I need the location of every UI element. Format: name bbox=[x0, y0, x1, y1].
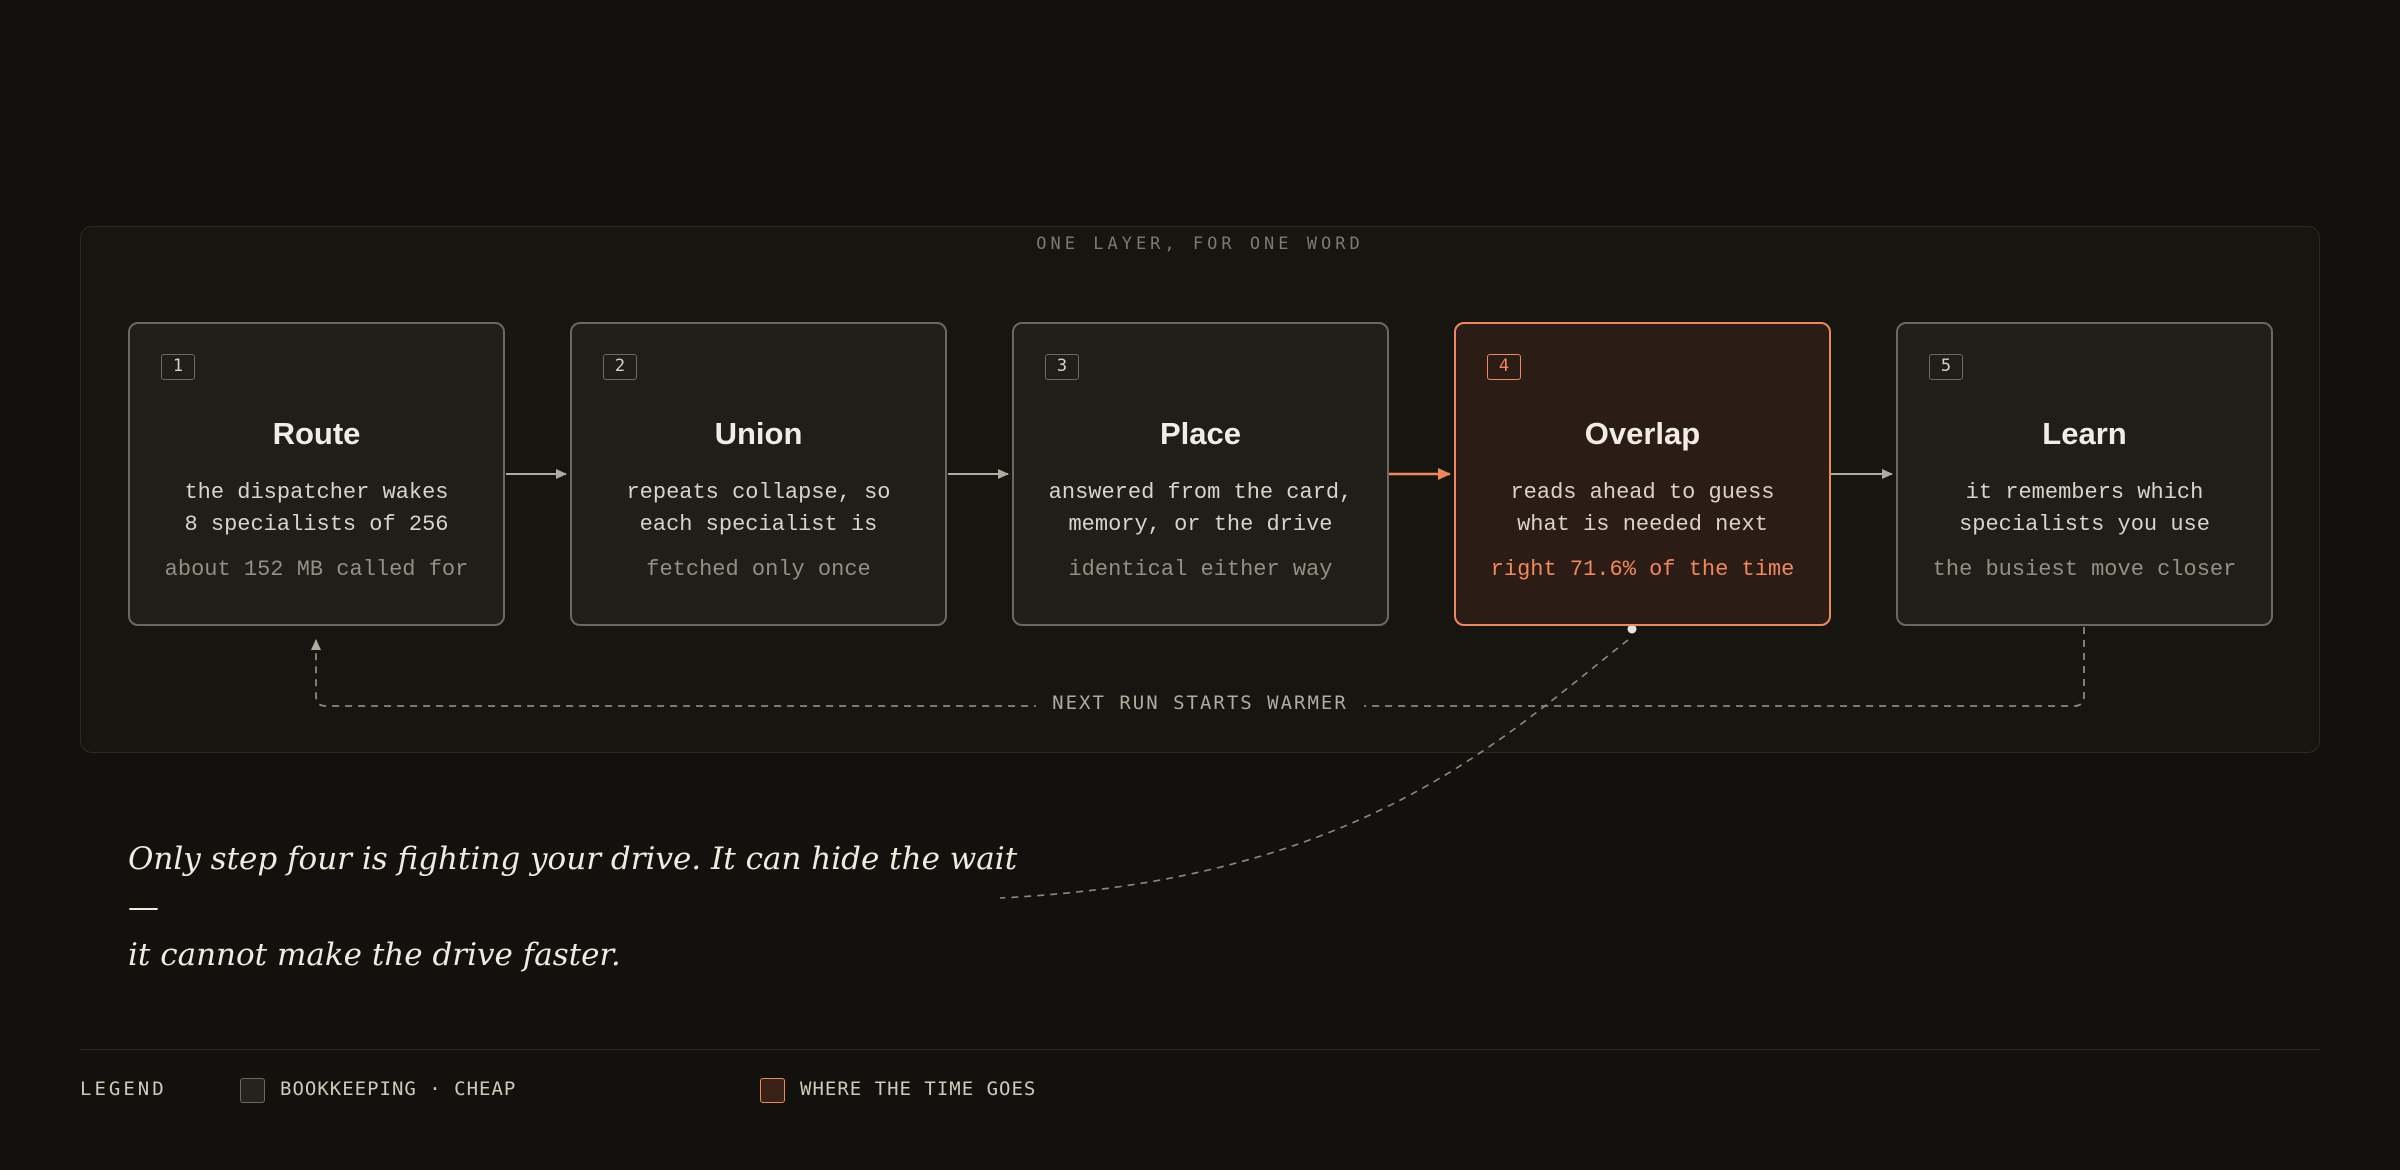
legend-title: LEGEND bbox=[80, 1078, 167, 1100]
step-number-badge: 4 bbox=[1487, 354, 1521, 380]
square-swatch-accent-icon bbox=[760, 1078, 785, 1103]
step-description: it remembers which specialists you use bbox=[1908, 477, 2261, 541]
step-description-line: memory, or the drive bbox=[1068, 512, 1333, 537]
step-title: Place bbox=[1159, 416, 1241, 451]
step-title: Learn bbox=[2042, 416, 2127, 451]
step-number-badge: 2 bbox=[603, 354, 637, 380]
step-note: the busiest move closer bbox=[1932, 557, 2237, 582]
step-note: fetched only once bbox=[646, 557, 871, 582]
caption-line: Only step four is fighting your drive. I… bbox=[128, 841, 1018, 925]
step-number-badge: 3 bbox=[1045, 354, 1079, 380]
step-description-line: 8 specialists of 256 bbox=[184, 512, 449, 537]
step-description: the dispatcher wakes 8 specialists of 25… bbox=[140, 477, 493, 541]
step-description-line: what is needed next bbox=[1517, 512, 1768, 537]
annotation-curve bbox=[999, 639, 1629, 899]
step-description: repeats collapse, so each specialist is bbox=[582, 477, 935, 541]
step-title: Union bbox=[714, 416, 803, 451]
step-note: identical either way bbox=[1068, 557, 1333, 582]
step-description-line: answered from the card, bbox=[1048, 480, 1353, 505]
step-note: about 152 MB called for bbox=[164, 557, 469, 582]
legend-divider bbox=[80, 1049, 2320, 1050]
square-swatch-neutral-icon bbox=[240, 1078, 265, 1103]
step-card-overlap: 4 Overlap reads ahead to guess what is n… bbox=[1454, 322, 1831, 626]
step-card-route: 1 Route the dispatcher wakes 8 specialis… bbox=[128, 322, 505, 626]
feedback-loop-label: NEXT RUN STARTS WARMER bbox=[1036, 692, 1364, 714]
step-card-union: 2 Union repeats collapse, so each specia… bbox=[570, 322, 947, 626]
step-description-line: the dispatcher wakes bbox=[184, 480, 449, 505]
step-description-line: reads ahead to guess bbox=[1510, 480, 1775, 505]
step-number-badge: 5 bbox=[1929, 354, 1963, 380]
caption-line: it cannot make the drive faster. bbox=[128, 937, 621, 973]
step-description-line: repeats collapse, so bbox=[626, 480, 891, 505]
step-description: reads ahead to guess what is needed next bbox=[1466, 477, 1819, 541]
step-note: right 71.6% of the time bbox=[1490, 557, 1795, 582]
step-description-line: specialists you use bbox=[1959, 512, 2210, 537]
legend-label-bookkeeping: BOOKKEEPING · CHEAP bbox=[280, 1078, 517, 1100]
step-title: Route bbox=[272, 416, 361, 451]
step-number-badge: 1 bbox=[161, 354, 195, 380]
step-description-line: each specialist is bbox=[639, 512, 878, 537]
diagram-page: ONE LAYER, FOR ONE WORD 1 Route the disp… bbox=[0, 0, 2400, 1170]
step-title: Overlap bbox=[1584, 416, 1701, 451]
legend-label-time: WHERE THE TIME GOES bbox=[800, 1078, 1037, 1100]
step-description: answered from the card, memory, or the d… bbox=[1024, 477, 1377, 541]
step-description-line: it remembers which bbox=[1965, 480, 2204, 505]
step-card-place: 3 Place answered from the card, memory, … bbox=[1012, 322, 1389, 626]
caption-quote: Only step four is fighting your drive. I… bbox=[128, 835, 1028, 979]
step-card-learn: 5 Learn it remembers which specialists y… bbox=[1896, 322, 2273, 626]
